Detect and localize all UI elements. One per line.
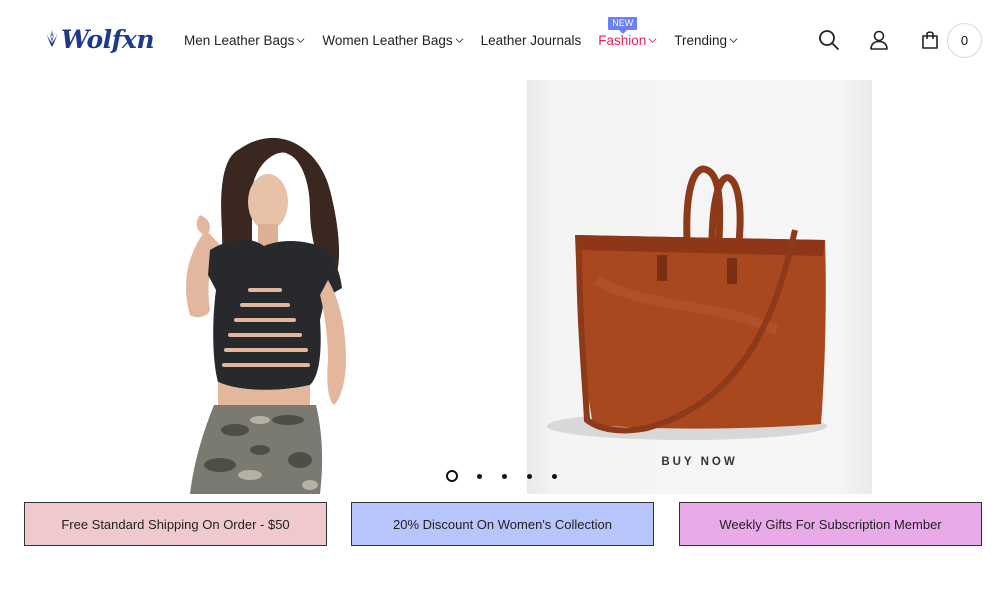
nav-label: Trending	[674, 32, 728, 48]
slide-dot-1[interactable]	[446, 470, 458, 482]
tote-bag-image	[547, 165, 827, 440]
promo-free-shipping[interactable]: Free Standard Shipping On Order - $50	[24, 502, 327, 546]
brand-logo[interactable]: Wolfxn	[44, 18, 155, 60]
chevron-down-icon	[455, 38, 464, 43]
slide-dot-3[interactable]	[502, 473, 507, 479]
search-button[interactable]	[817, 28, 841, 52]
slide-dot-5[interactable]	[552, 473, 557, 479]
cart-count-badge[interactable]: 0	[947, 23, 982, 58]
nav-label: Men Leather Bags	[184, 32, 295, 48]
user-icon	[870, 30, 888, 50]
slider-pagination	[446, 470, 577, 482]
account-button[interactable]	[867, 28, 891, 52]
new-badge: NEW	[608, 16, 638, 34]
cart-button[interactable]	[918, 28, 942, 52]
search-icon	[819, 30, 839, 50]
nav-label: Women Leather Bags	[322, 32, 453, 48]
brand-name: Wolfxn	[60, 24, 155, 54]
model-image	[160, 120, 400, 494]
chevron-down-icon	[648, 38, 657, 43]
chevron-down-icon	[729, 38, 738, 43]
nav-trending[interactable]: Trending	[674, 33, 738, 48]
site-header: Wolfxn Men Leather Bags Women Leather Ba…	[0, 0, 1000, 80]
nav-label: Fashion	[598, 32, 647, 48]
nav-women-leather-bags[interactable]: Women Leather Bags	[322, 32, 464, 48]
featured-bag-panel[interactable]: BUY NOW	[527, 80, 872, 494]
promo-weekly-gifts[interactable]: Weekly Gifts For Subscription Member	[679, 502, 982, 546]
chevron-down-icon	[296, 38, 305, 43]
nav-men-leather-bags[interactable]: Men Leather Bags	[184, 33, 305, 48]
promo-womens-discount[interactable]: 20% Discount On Women's Collection	[351, 502, 654, 546]
slide-dot-2[interactable]	[477, 473, 482, 479]
nav-label: Leather Journals	[480, 32, 582, 48]
shopping-bag-icon	[922, 31, 938, 49]
buy-now-button[interactable]: BUY NOW	[527, 456, 872, 468]
main-nav: Men Leather Bags Women Leather Bags Leat…	[184, 16, 755, 50]
nav-leather-journals[interactable]: Leather Journals	[481, 33, 582, 48]
wolf-logo-icon	[45, 30, 59, 47]
slide-dot-4[interactable]	[527, 473, 532, 479]
nav-fashion[interactable]: NEW Fashion	[598, 16, 657, 48]
hero-slider[interactable]: BUY NOW	[0, 80, 1000, 494]
